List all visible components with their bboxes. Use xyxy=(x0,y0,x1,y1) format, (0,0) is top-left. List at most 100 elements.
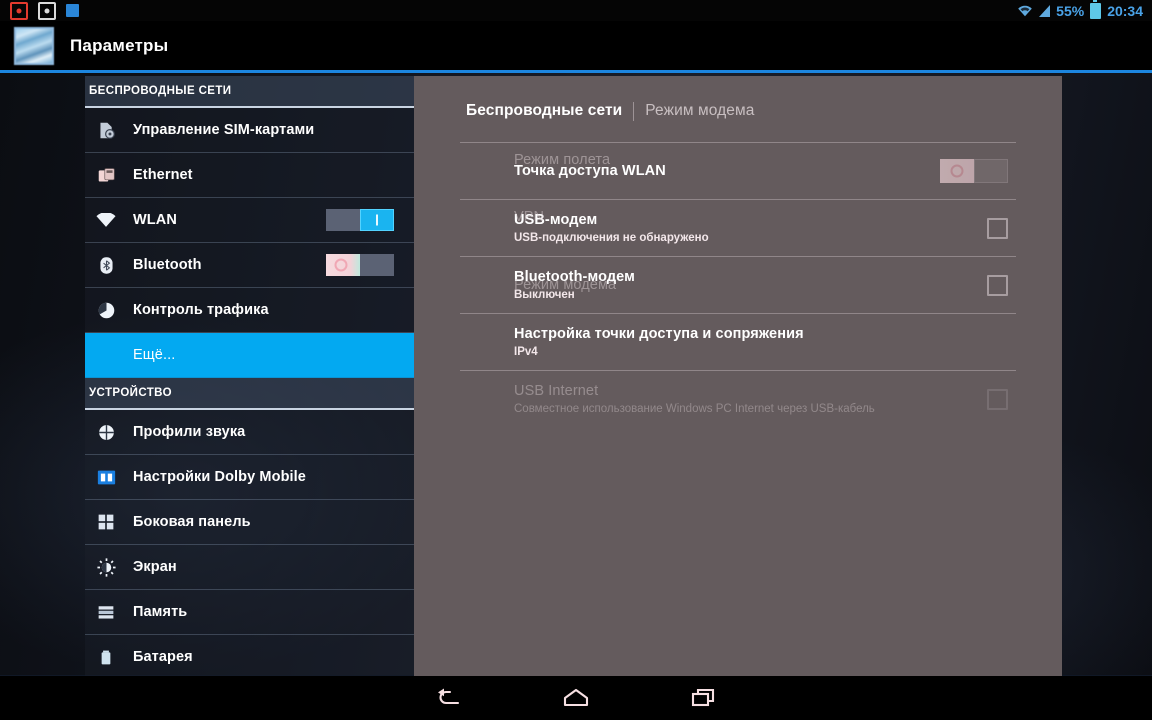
setting-text-block: USB Internet Совместное использование Wi… xyxy=(460,382,875,417)
wlan-hotspot-toggle[interactable] xyxy=(940,159,1008,183)
setting-text-block: Настройка точки доступа и сопряжения IPv… xyxy=(460,325,804,360)
home-icon xyxy=(563,688,589,707)
status-bar-right-icons: 55% 20:34 xyxy=(1017,0,1152,19)
battery-percent-label: 55% xyxy=(1056,2,1085,19)
setting-subtitle: IPv4 xyxy=(514,345,538,358)
settings-rows-list: Режим полета Точка доступа WLAN VPN USB-… xyxy=(414,142,1062,427)
setting-title: USB-модем xyxy=(514,211,598,228)
record-red-icon xyxy=(10,1,28,20)
sidebar-item-display[interactable]: Экран xyxy=(85,545,414,590)
setting-text-block: VPN USB-модем USB-подключения не обнаруж… xyxy=(460,209,709,246)
setting-control[interactable] xyxy=(987,274,1008,296)
dolby-icon xyxy=(95,466,117,488)
setting-row-wlan-hotspot[interactable]: Режим полета Точка доступа WLAN xyxy=(460,142,1016,199)
display-icon xyxy=(95,556,117,578)
setting-row-bluetooth-tethering[interactable]: Режим модема Bluetooth-модем Выключен xyxy=(460,256,1016,313)
tab-tethering-mode[interactable]: Режим модема xyxy=(645,102,754,120)
bluetooth-tethering-checkbox[interactable] xyxy=(987,274,1008,296)
setting-row-usb-internet[interactable]: USB Internet Совместное использование Wi… xyxy=(460,370,1016,427)
toggle-thumb-off xyxy=(940,159,974,183)
setting-control[interactable] xyxy=(987,388,1008,410)
sidebar-item-side-panel[interactable]: Боковая панель xyxy=(85,500,414,545)
bluetooth-toggle[interactable] xyxy=(326,254,394,276)
setting-text-block: Режим модема Bluetooth-модем Выключен xyxy=(460,268,635,303)
settings-sidebar: БЕСПРОВОДНЫЕ СЕТИ Управление SIM-картами xyxy=(85,76,414,676)
setting-title: Bluetooth-модем xyxy=(514,268,635,285)
nav-back-button[interactable] xyxy=(420,681,476,715)
status-bar-clock: 20:34 xyxy=(1107,2,1143,19)
sidebar-item-more[interactable]: Ещё... xyxy=(85,333,414,378)
bluetooth-icon xyxy=(95,254,117,276)
setting-subtitle: Совместное использование Windows PC Inte… xyxy=(514,402,875,415)
status-bar-left-icons xyxy=(0,1,79,20)
wifi-icon xyxy=(95,209,117,231)
setting-title: USB Internet xyxy=(514,382,599,399)
sidebar-item-label: Профили звука xyxy=(133,424,246,440)
toggle-track xyxy=(326,209,360,231)
setting-control[interactable] xyxy=(940,159,1008,183)
sidebar-item-bluetooth[interactable]: Bluetooth xyxy=(85,243,414,288)
sidebar-item-label: Настройки Dolby Mobile xyxy=(133,469,306,485)
sidebar-item-storage[interactable]: Память xyxy=(85,590,414,635)
tab-separator xyxy=(633,102,635,121)
sidebar-item-data-usage[interactable]: Контроль трафика xyxy=(85,288,414,333)
wifi-icon xyxy=(1018,5,1032,16)
usb-internet-checkbox[interactable] xyxy=(987,388,1008,410)
sidebar-item-sim-management[interactable]: Управление SIM-картами xyxy=(85,108,414,153)
sidebar-item-label: Экран xyxy=(133,559,177,575)
sidebar-item-label: Батарея xyxy=(133,649,193,665)
nav-recents-button[interactable] xyxy=(676,681,732,715)
nav-home-button[interactable] xyxy=(548,681,604,715)
setting-row-hotspot-config[interactable]: Настройка точки доступа и сопряжения IPv… xyxy=(460,313,1016,370)
storage-icon xyxy=(95,601,117,623)
sidebar-item-ethernet[interactable]: Ethernet xyxy=(85,153,414,198)
sidebar-item-label: Боковая панель xyxy=(133,514,251,530)
setting-subtitle: Выключен xyxy=(514,288,575,301)
battery-icon xyxy=(95,646,117,668)
blue-square-icon xyxy=(66,4,79,17)
sidebar-section-header-device: УСТРОЙСТВО xyxy=(85,378,414,410)
sidebar-section-label: УСТРОЙСТВО xyxy=(89,387,172,399)
wlan-toggle[interactable] xyxy=(326,209,394,231)
battery-icon xyxy=(1090,0,1102,19)
sidebar-item-label: Память xyxy=(133,604,188,620)
navigation-bar xyxy=(0,675,1152,720)
sound-profile-icon xyxy=(95,421,117,443)
signal-triangle-icon xyxy=(1039,4,1051,17)
sidebar-item-battery[interactable]: Батарея xyxy=(85,635,414,676)
toggle-track xyxy=(974,159,1008,183)
sidebar-item-dolby-settings[interactable]: Настройки Dolby Mobile xyxy=(85,455,414,500)
settings-detail-panel: Беспроводные сети Режим модема Режим пол… xyxy=(414,76,1062,676)
sim-card-icon xyxy=(95,119,117,141)
sidebar-item-sound-profiles[interactable]: Профили звука xyxy=(85,410,414,455)
sidebar-item-label: Ethernet xyxy=(133,167,193,183)
android-tablet-screen: 55% 20:34 Параметры БЕСПРОВОДНЫЕ СЕТИ Уп… xyxy=(0,0,1152,720)
setting-row-usb-tethering[interactable]: VPN USB-модем USB-подключения не обнаруж… xyxy=(460,199,1016,256)
sidebar-section-label: БЕСПРОВОДНЫЕ СЕТИ xyxy=(89,85,232,97)
page-title: Параметры xyxy=(70,35,169,55)
setting-title: Точка доступа WLAN xyxy=(514,162,666,179)
app-thumbnail-icon xyxy=(14,26,54,65)
sidebar-item-label: WLAN xyxy=(133,212,177,228)
recents-icon xyxy=(691,688,715,707)
back-arrow-icon xyxy=(438,688,460,705)
sidebar-item-label: Bluetooth xyxy=(133,257,202,273)
usb-tethering-checkbox[interactable] xyxy=(987,217,1008,239)
ethernet-icon xyxy=(95,164,117,186)
setting-subtitle: USB-подключения не обнаружено xyxy=(514,231,709,244)
record-white-icon xyxy=(38,1,56,20)
sidebar-item-label: Контроль трафика xyxy=(133,302,269,318)
side-panel-icon xyxy=(95,511,117,533)
toggle-thumb-on xyxy=(360,209,394,231)
status-bar: 55% 20:34 xyxy=(0,0,1152,21)
toggle-track xyxy=(360,254,394,276)
setting-control[interactable] xyxy=(987,217,1008,239)
title-bar: Параметры xyxy=(0,21,1152,73)
setting-text-block: Режим полета Точка доступа WLAN xyxy=(460,152,666,180)
sidebar-item-label: Управление SIM-картами xyxy=(133,122,315,138)
setting-title: Настройка точки доступа и сопряжения xyxy=(514,325,804,342)
toggle-thumb-off xyxy=(326,254,360,276)
data-usage-icon xyxy=(95,299,117,321)
tab-wireless-networks[interactable]: Беспроводные сети xyxy=(466,102,622,120)
sidebar-item-wlan[interactable]: WLAN xyxy=(85,198,414,243)
